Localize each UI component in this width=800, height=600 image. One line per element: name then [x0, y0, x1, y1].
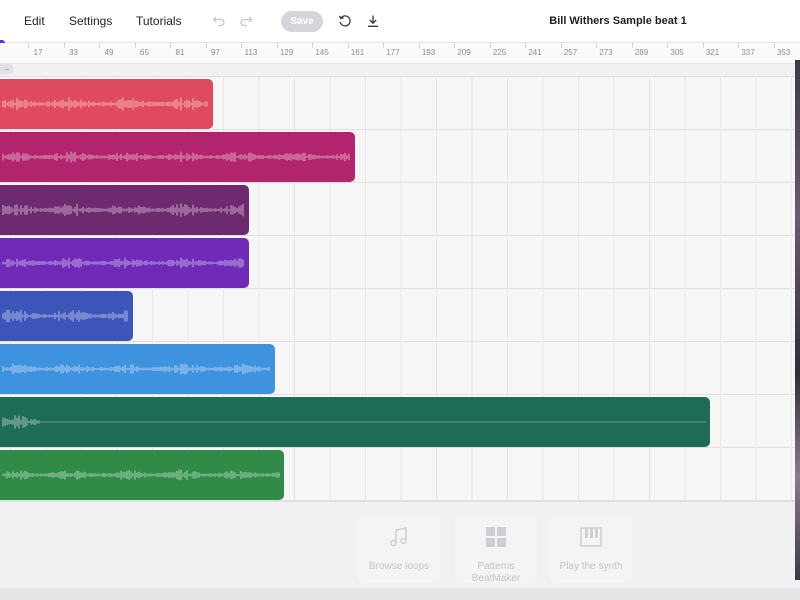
waveform	[2, 257, 244, 269]
ruler-tick-label: 337	[741, 48, 755, 57]
ruler-tick-label: 161	[350, 48, 365, 57]
track-area	[0, 76, 800, 502]
audio-clip-track-1[interactable]	[0, 79, 213, 129]
ruler-tick-line	[738, 43, 739, 48]
ruler-tick-line	[170, 43, 171, 48]
menu-edit[interactable]: Edit	[24, 14, 45, 28]
ruler-tick-line	[99, 43, 100, 48]
piano-keys-icon	[579, 525, 603, 549]
audio-clip-track-7[interactable]	[0, 397, 710, 447]
ruler-tick-line	[347, 43, 349, 48]
ruler-tick-line	[134, 43, 136, 48]
ruler-tick-line	[489, 43, 491, 48]
ruler-tick-label: 209	[457, 48, 471, 57]
ruler-tick-label: 257	[563, 48, 578, 57]
ruler-tick-line	[241, 43, 242, 48]
add-track-options: Browse loops Patterns BeatMaker Play the…	[0, 515, 800, 585]
ruler-tick-line	[205, 43, 207, 48]
play-synth-card[interactable]: Play the synth	[550, 515, 632, 583]
ruler-tick-label: 225	[492, 48, 507, 57]
ruler-tick-line	[276, 43, 278, 48]
project-title: Bill Withers Sample beat 1	[549, 15, 687, 27]
audio-clip-track-8[interactable]	[0, 450, 284, 500]
audio-clip-track-6[interactable]	[0, 344, 275, 394]
browse-loops-label: Browse loops	[368, 561, 430, 572]
ruler-tick-line	[525, 43, 526, 48]
ruler-tick-label: 97	[211, 48, 220, 57]
ruler-tick-label: 49	[104, 48, 114, 57]
waveform	[2, 363, 270, 375]
ruler-tick-line	[418, 43, 420, 48]
browse-loops-card[interactable]: Browse loops	[358, 515, 440, 583]
ruler-tick-label: 289	[634, 48, 649, 57]
ruler-tick-line	[773, 43, 775, 48]
ruler-tick-line	[560, 43, 562, 48]
waveform	[2, 97, 208, 111]
download-icon[interactable]	[363, 11, 383, 31]
ruler-tick-line	[28, 43, 29, 48]
undo-icon[interactable]	[209, 11, 229, 31]
music-note-icon	[387, 525, 411, 549]
ruler-tick-label: 353	[776, 48, 791, 57]
ruler-tick-line	[383, 43, 384, 48]
ruler-tick-label: 113	[244, 48, 258, 57]
top-toolbar: Edit Settings Tutorials Save Bill Wither…	[0, 0, 800, 43]
ruler-tick-label: 241	[528, 48, 542, 57]
ruler-tick-label: 33	[69, 48, 78, 57]
timeline-ruler[interactable]: 17 33 49 65 81 97 113 129 145 161 177 193 209 225 241 2…	[0, 43, 800, 64]
bottom-scrollbar[interactable]	[0, 588, 800, 600]
play-synth-label: Play the synth	[559, 561, 623, 572]
grid-pads-icon	[484, 525, 508, 549]
ruler-tick-label: 145	[315, 48, 329, 57]
ruler-tick-label: 273	[599, 48, 613, 57]
waveform	[2, 151, 350, 163]
waveform	[2, 203, 244, 217]
ruler-tick-line	[596, 43, 597, 48]
window-edge	[795, 60, 800, 580]
ruler-tick-label: 305	[670, 48, 684, 57]
ruler-tick-label: 129	[279, 48, 294, 57]
save-button[interactable]: Save	[281, 11, 323, 32]
ruler-tick-label: 81	[175, 48, 185, 57]
history-icon[interactable]	[335, 11, 355, 31]
ruler-tick-label: 321	[705, 48, 720, 57]
patterns-beatmaker-card[interactable]: Patterns BeatMaker	[455, 515, 537, 584]
ruler-tick-line	[667, 43, 668, 48]
audio-clip-track-3[interactable]	[0, 185, 249, 235]
ruler-tick-label: 193	[421, 48, 436, 57]
audio-clip-track-2[interactable]	[0, 132, 355, 182]
audio-clip-track-5[interactable]	[0, 291, 133, 341]
menu-settings[interactable]: Settings	[69, 14, 112, 28]
ruler-tick-line	[63, 43, 65, 48]
ruler-tick-line	[702, 43, 704, 48]
waveform	[2, 415, 706, 429]
waveform	[2, 309, 128, 323]
loop-arrow-icon[interactable]: →	[0, 64, 13, 74]
ruler-tick-line	[312, 43, 313, 48]
ruler-tick-line	[631, 43, 633, 48]
audio-clip-track-4[interactable]	[0, 238, 249, 288]
waveform	[2, 469, 280, 481]
ruler-tick-label: 65	[140, 48, 149, 57]
patterns-beatmaker-label: Patterns BeatMaker	[471, 561, 521, 584]
ruler-tick-label: 17	[33, 48, 43, 57]
ruler-tick-label: 177	[386, 48, 400, 57]
ruler-tick-line	[454, 43, 455, 48]
menu-tutorials[interactable]: Tutorials	[136, 14, 182, 28]
redo-icon[interactable]	[236, 11, 256, 31]
